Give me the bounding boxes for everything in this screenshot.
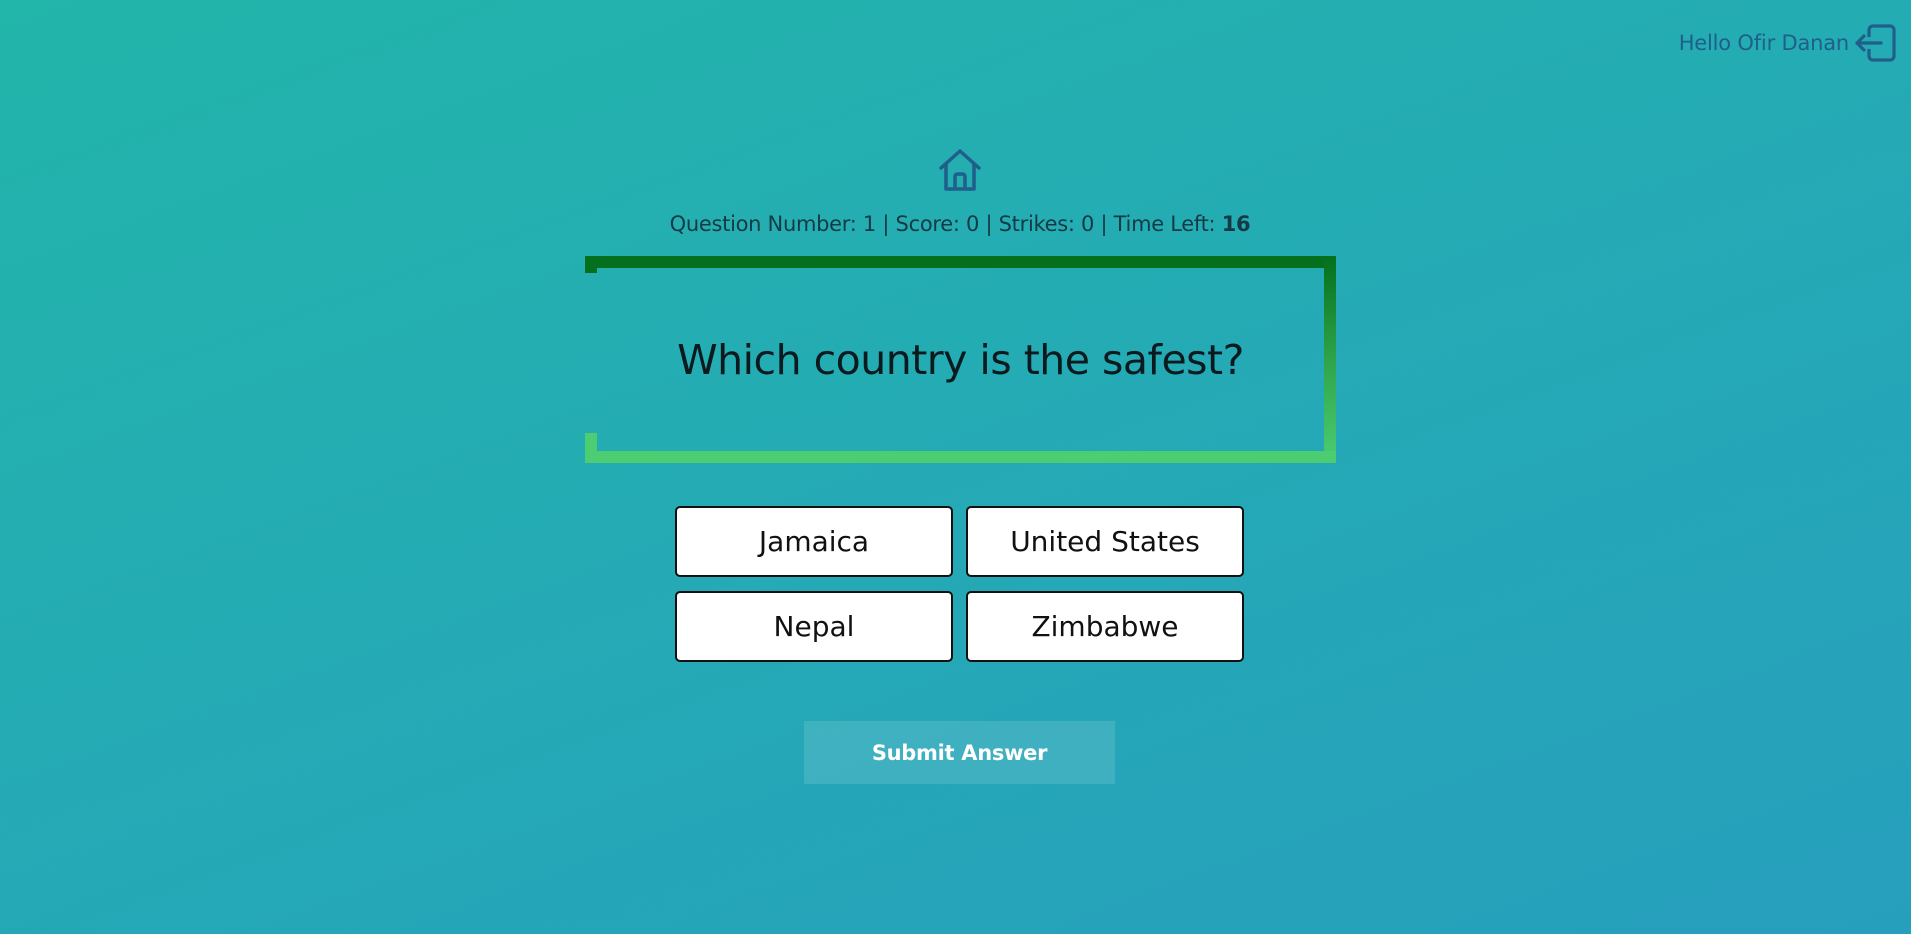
frame-border-left-bottom xyxy=(585,433,597,463)
question-card: Which country is the safest? xyxy=(585,256,1336,463)
answer-option-zimbabwe[interactable]: Zimbabwe xyxy=(966,591,1244,662)
question-text: Which country is the safest? xyxy=(677,336,1244,384)
stats-separator: | xyxy=(985,212,993,236)
stats-separator: | xyxy=(1100,212,1108,236)
logout-icon xyxy=(1855,24,1896,62)
stats-separator: | xyxy=(882,212,890,236)
user-bar: Hello Ofir Danan xyxy=(1679,22,1899,64)
answer-options: Jamaica United States Nepal Zimbabwe xyxy=(675,506,1245,662)
home-button[interactable] xyxy=(936,146,984,194)
strikes-label: Strikes: xyxy=(998,212,1075,236)
logout-button[interactable] xyxy=(1853,22,1899,64)
strikes-value: 0 xyxy=(1081,212,1095,236)
submit-answer-button[interactable]: Submit Answer xyxy=(804,721,1115,784)
question-number-value: 1 xyxy=(862,212,876,236)
question-number-label: Question Number: xyxy=(669,212,857,236)
frame-border-top xyxy=(585,256,1336,268)
game-stats: Question Number: 1 | Score: 0 | Strikes:… xyxy=(0,212,1911,236)
frame-border-left-top xyxy=(585,256,597,273)
answer-option-united-states[interactable]: United States xyxy=(966,506,1244,577)
frame-border-bottom xyxy=(585,451,1336,463)
time-left-value: 16 xyxy=(1221,212,1251,236)
answer-option-jamaica[interactable]: Jamaica xyxy=(675,506,953,577)
user-greeting: Hello Ofir Danan xyxy=(1678,31,1849,55)
time-left-label: Time Left: xyxy=(1113,212,1216,236)
score-label: Score: xyxy=(895,212,960,236)
answer-option-nepal[interactable]: Nepal xyxy=(675,591,953,662)
score-value: 0 xyxy=(966,212,980,236)
home-icon xyxy=(939,149,981,191)
